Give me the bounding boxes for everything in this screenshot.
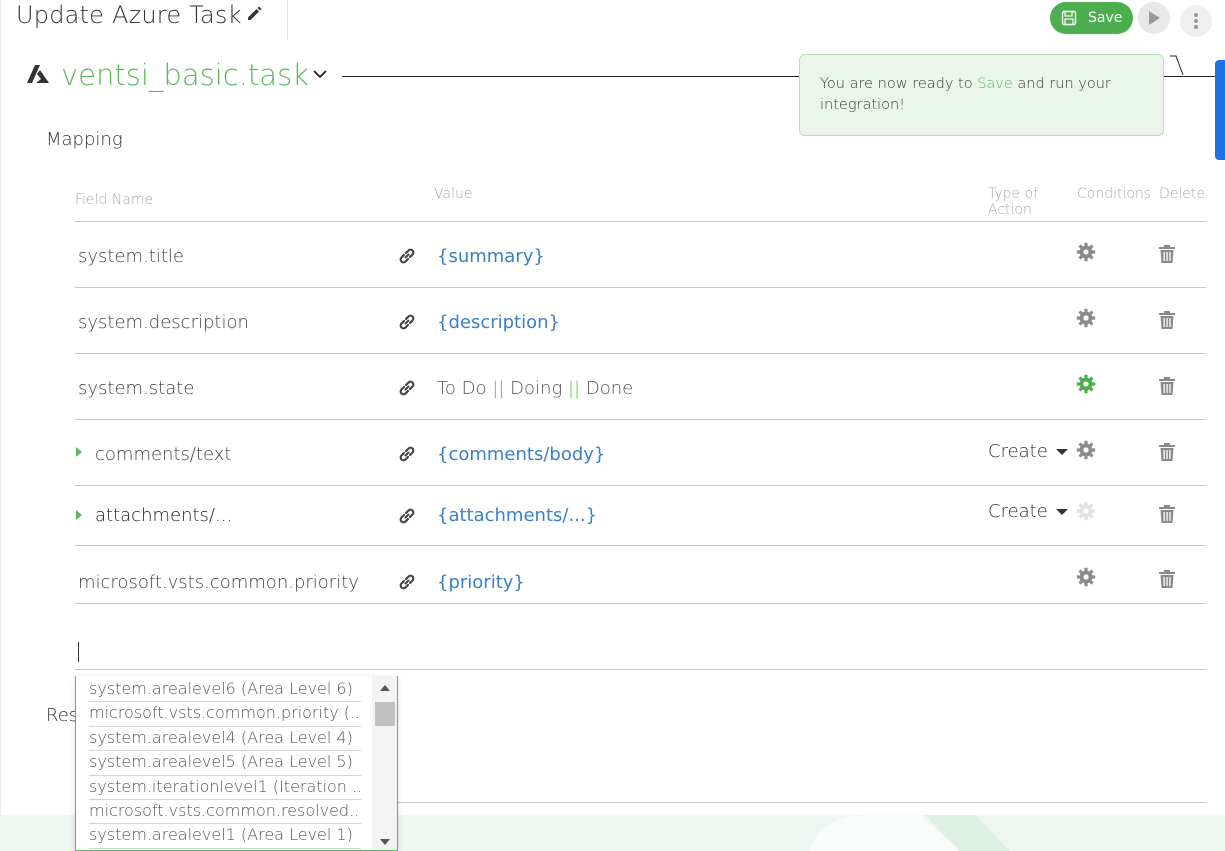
field-name[interactable]: system.description: [78, 312, 249, 333]
expand-arrow-icon[interactable]: [75, 509, 83, 521]
gear-icon[interactable]: [1076, 567, 1096, 587]
dropdown-scrollbar[interactable]: [372, 676, 397, 850]
page-scrollbar[interactable]: [1215, 60, 1225, 160]
dropdown-option[interactable]: system.arealevel1 (Area Level 1): [89, 824, 361, 849]
dropdown-option[interactable]: microsoft.vsts.common.priority (...: [89, 702, 361, 727]
response-section-title: Res: [46, 705, 79, 726]
link-icon[interactable]: [397, 246, 417, 266]
field-name[interactable]: system.state: [78, 378, 194, 399]
gear-icon[interactable]: [1076, 308, 1096, 328]
mapping-row[interactable]: microsoft.vsts.common.priority {priority}: [75, 551, 1206, 604]
value-option: Done: [585, 378, 634, 399]
field-value[interactable]: {comments/body}: [437, 444, 605, 465]
field-value[interactable]: To Do || Doing || Done: [437, 378, 633, 399]
column-header-value: Value: [434, 186, 473, 202]
caret-down-icon: [1055, 448, 1068, 455]
type-of-action-value: Create: [988, 441, 1048, 462]
chevron-down-icon[interactable]: [312, 68, 328, 80]
save-button[interactable]: Save: [1050, 2, 1133, 34]
link-icon[interactable]: [397, 312, 417, 332]
save-hint-tooltip: You are now ready to Save and run your i…: [799, 54, 1164, 136]
column-header-type-of-action: Type of Action: [988, 186, 1039, 218]
footer-decoration: [810, 815, 1010, 851]
task-name[interactable]: ventsi_basic.task: [61, 58, 309, 92]
link-icon[interactable]: [397, 572, 417, 592]
field-name[interactable]: system.title: [78, 246, 184, 267]
field-name[interactable]: comments/text: [95, 444, 232, 465]
page-title: Update Azure Task: [16, 1, 242, 29]
gear-icon[interactable]: [1076, 440, 1096, 460]
tooltip-save-word: Save: [977, 76, 1013, 92]
column-header-delete: Delete: [1159, 186, 1205, 202]
text-cursor: [78, 642, 79, 662]
trash-icon[interactable]: [1158, 569, 1176, 589]
link-icon[interactable]: [397, 378, 417, 398]
more-options-button[interactable]: [1180, 5, 1212, 37]
type-of-action-select[interactable]: Create: [988, 501, 1068, 522]
dropdown-option[interactable]: system.arealevel5 (Area Level 5): [89, 751, 361, 776]
tooltip-text-before: You are now ready to: [820, 76, 978, 92]
play-icon: [1149, 11, 1160, 25]
dropdown-scroll-thumb[interactable]: [375, 702, 395, 726]
top-bar: Update Azure Task Save: [0, 0, 1225, 40]
gear-icon[interactable]: [1076, 242, 1096, 262]
tab-corner-shape: [1170, 55, 1184, 75]
trash-icon[interactable]: [1158, 310, 1176, 330]
caret-down-icon: [1055, 508, 1068, 515]
mapping-section-title: Mapping: [46, 129, 123, 150]
link-icon[interactable]: [397, 506, 417, 526]
field-name[interactable]: attachments/...: [95, 505, 232, 526]
dropdown-options: system.arealevel6 (Area Level 6) microsof…: [89, 678, 361, 849]
trash-icon[interactable]: [1158, 376, 1176, 396]
column-header-field-name: Field Name: [75, 192, 154, 208]
expand-arrow-icon[interactable]: [75, 446, 83, 458]
mapping-row[interactable]: attachments/... {attachments/...} Create: [75, 483, 1206, 546]
azure-logo-icon: [27, 65, 49, 83]
field-suggestion-dropdown[interactable]: system.arealevel6 (Area Level 6) microsof…: [75, 676, 398, 851]
dropdown-option[interactable]: microsoft.vsts.common.resolved...: [89, 800, 361, 825]
floppy-icon: [1061, 10, 1077, 26]
mapping-row[interactable]: system.state To Do || Doing || Done: [75, 354, 1206, 420]
column-header-conditions: Conditions: [1077, 186, 1152, 202]
link-icon[interactable]: [397, 444, 417, 464]
field-value[interactable]: {priority}: [437, 572, 525, 593]
scroll-up-arrow-icon[interactable]: [379, 684, 391, 692]
field-value[interactable]: {description}: [437, 312, 560, 333]
dropdown-option[interactable]: system.arealevel6 (Area Level 6): [89, 678, 361, 703]
type-of-action-select[interactable]: Create: [988, 441, 1068, 462]
scroll-down-arrow-icon[interactable]: [379, 838, 391, 846]
value-separator: ||: [567, 378, 581, 399]
dropdown-option[interactable]: system.iterationlevel1 (Iteration ...: [89, 776, 361, 800]
gear-icon[interactable]: [1076, 501, 1096, 521]
mapping-row[interactable]: system.title {summary}: [75, 222, 1206, 288]
pencil-icon[interactable]: [246, 4, 264, 22]
mapping-row[interactable]: system.description {description}: [75, 288, 1206, 354]
value-separator: ||: [492, 378, 505, 399]
field-value[interactable]: {summary}: [437, 246, 545, 267]
trash-icon[interactable]: [1158, 504, 1176, 524]
value-option: Doing: [510, 378, 563, 399]
run-button[interactable]: [1138, 2, 1170, 34]
dropdown-option[interactable]: system.arealevel4 (Area Level 4): [89, 727, 361, 752]
field-name[interactable]: microsoft.vsts.common.priority: [78, 572, 359, 593]
save-button-label: Save: [1088, 10, 1123, 26]
trash-icon[interactable]: [1158, 244, 1176, 264]
mapping-row[interactable]: comments/text {comments/body} Create: [75, 420, 1206, 486]
trash-icon[interactable]: [1158, 442, 1176, 462]
type-of-action-value: Create: [988, 501, 1048, 522]
vertical-dots-icon: [1194, 13, 1198, 29]
title-divider: [287, 0, 288, 40]
field-value[interactable]: {attachments/...}: [437, 505, 597, 526]
new-field-input[interactable]: [75, 606, 1206, 670]
left-border: [0, 0, 1, 851]
gear-icon[interactable]: [1076, 374, 1096, 394]
value-option: To Do: [437, 378, 487, 399]
